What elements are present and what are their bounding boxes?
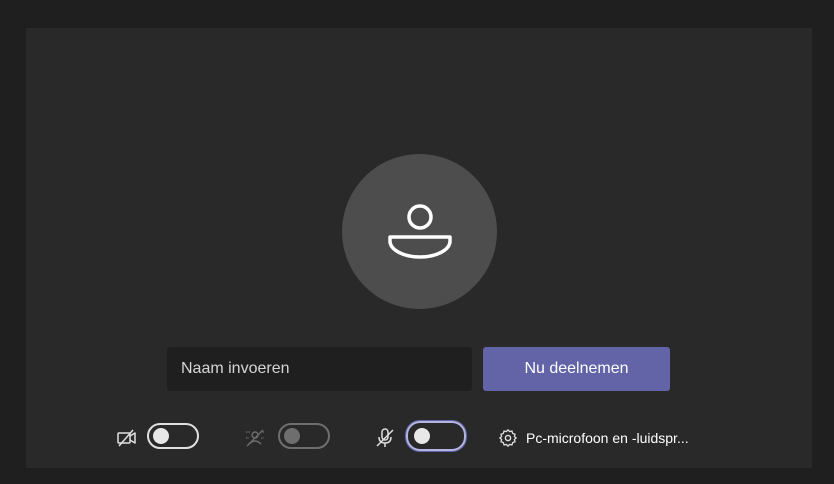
camera-off-icon	[116, 427, 138, 449]
toggle-knob	[153, 428, 169, 444]
device-settings-button[interactable]: Pc-microfoon en -luidspr...	[498, 423, 689, 453]
microphone-toggle[interactable]	[406, 421, 466, 451]
toggle-knob	[414, 428, 430, 444]
prejoin-panel: Nu deelnemen	[26, 28, 812, 468]
gear-icon	[498, 428, 518, 448]
camera-toggle[interactable]	[147, 423, 199, 449]
device-controls-bar: Pc-microfoon en -luidspr...	[26, 420, 812, 456]
device-settings-label: Pc-microfoon en -luidspr...	[526, 430, 689, 446]
join-now-button[interactable]: Nu deelnemen	[483, 347, 670, 391]
background-blur-icon	[244, 427, 266, 449]
avatar	[342, 154, 497, 309]
background-effects-toggle[interactable]	[278, 423, 330, 449]
name-input[interactable]	[167, 347, 472, 391]
person-icon	[387, 203, 452, 259]
mic-off-icon	[374, 427, 396, 449]
meeting-prejoin-window: Nu deelnemen	[0, 0, 834, 484]
toggle-knob	[284, 428, 300, 444]
